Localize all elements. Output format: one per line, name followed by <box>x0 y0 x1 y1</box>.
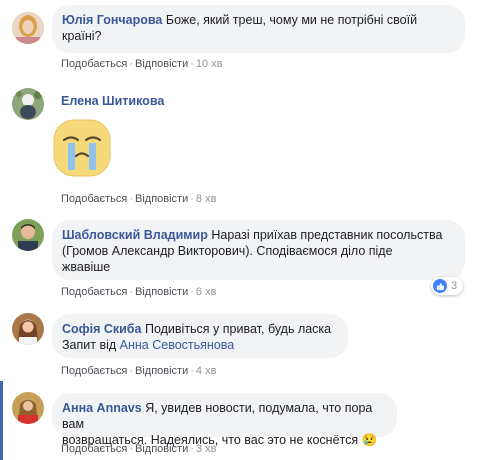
timestamp[interactable]: 8 хв <box>196 193 217 205</box>
timestamp[interactable]: 10 хв <box>196 58 223 70</box>
comment-author[interactable]: Елена Шитикова <box>61 94 164 108</box>
comment-author[interactable]: Анна Annavs <box>62 401 142 415</box>
comment-actions: Подобається · Відповісти · 10 хв <box>61 58 223 70</box>
timestamp[interactable]: 3 хв <box>196 443 217 455</box>
comment-actions: Подобається · Відповісти · 3 хв <box>61 443 217 455</box>
comment-author[interactable]: Софія Скиба <box>62 322 141 336</box>
comment-author[interactable]: Юлія Гончарова <box>62 13 162 27</box>
like-link[interactable]: Подобається <box>61 58 127 70</box>
comment-bubble: Софія Скиба Подивіться у приват, будь ла… <box>52 314 348 358</box>
avatar[interactable] <box>12 12 44 44</box>
like-reaction-icon <box>433 279 447 293</box>
avatar[interactable] <box>12 219 44 251</box>
comment-actions: Подобається · Відповісти · 8 хв <box>61 193 217 205</box>
reaction-count-badge[interactable]: 3 <box>431 277 464 295</box>
comment-actions: Подобається · Відповісти · 6 хв <box>61 286 217 298</box>
like-link[interactable]: Подобається <box>61 193 127 205</box>
comment-text: жвавіше <box>62 260 111 274</box>
avatar[interactable] <box>12 392 44 424</box>
crying-emoji-icon: 😢 <box>361 433 378 447</box>
comment-bubble: Юлія Гончарова Боже, який треш, чому ми … <box>52 5 465 53</box>
new-comment-indicator <box>0 381 3 460</box>
reply-link[interactable]: Відповісти <box>135 443 188 455</box>
reaction-count: 3 <box>451 280 458 292</box>
comment-text: Подивіться у приват, будь ласка <box>144 322 332 336</box>
timestamp[interactable]: 4 хв <box>196 365 217 377</box>
like-link[interactable]: Подобається <box>61 286 127 298</box>
reply-link[interactable]: Відповісти <box>135 193 188 205</box>
comment-text: Запит від <box>62 338 117 352</box>
reply-link[interactable]: Відповісти <box>135 365 188 377</box>
comment-bubble: Шабловский Владимир Наразі приїхав предс… <box>52 220 465 280</box>
comment-author[interactable]: Шабловский Владимир <box>62 228 208 242</box>
comment-text: (Громов Александр Викторович). Сподіваєм… <box>62 244 393 258</box>
avatar[interactable] <box>12 313 44 345</box>
comment-bubble: Анна Annavs Я, увидев новости, подумала,… <box>52 393 397 447</box>
comment-text: країні? <box>62 29 102 43</box>
comment-actions: Подобається · Відповісти · 4 хв <box>61 365 217 377</box>
crying-face-sticker[interactable] <box>52 118 112 178</box>
like-link[interactable]: Подобається <box>61 443 127 455</box>
comment-text: Наразі приїхав представник посольства <box>211 228 443 242</box>
like-link[interactable]: Подобається <box>61 365 127 377</box>
avatar[interactable] <box>12 88 44 120</box>
comment-text: Боже, який треш, чому ми не потрібні сво… <box>165 13 418 27</box>
mention-link[interactable]: Анна Севостьянова <box>120 338 235 352</box>
timestamp[interactable]: 6 хв <box>196 286 217 298</box>
reply-link[interactable]: Відповісти <box>135 286 188 298</box>
reply-link[interactable]: Відповісти <box>135 58 188 70</box>
